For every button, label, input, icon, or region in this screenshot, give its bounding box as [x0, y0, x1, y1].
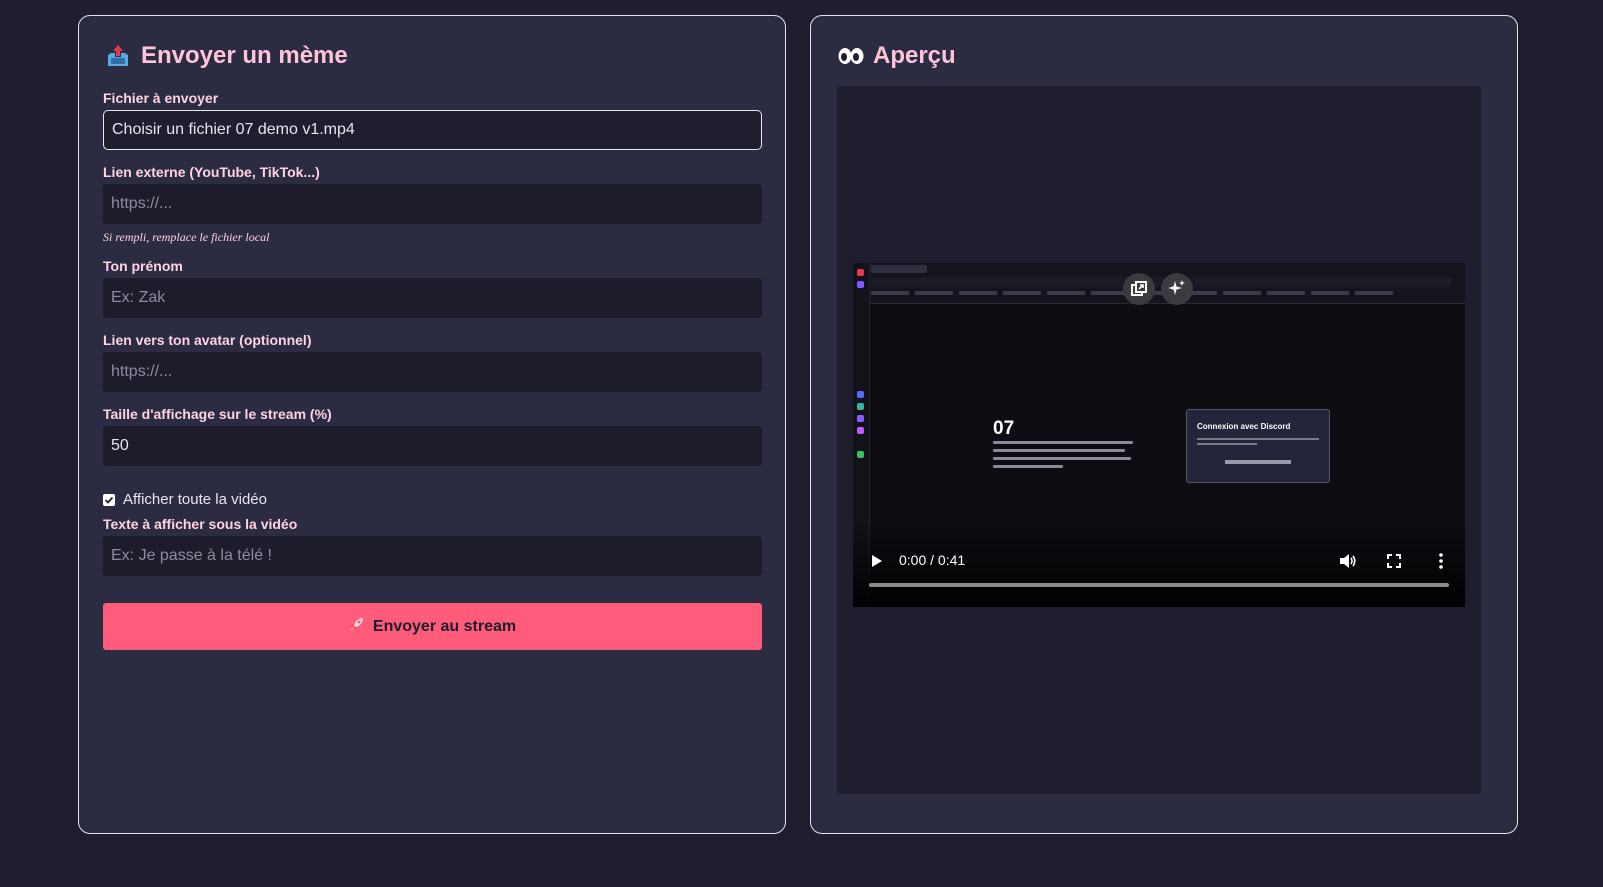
- file-field: Fichier à envoyer Choisir un fichier 07 …: [103, 90, 762, 150]
- file-picker[interactable]: Choisir un fichier 07 demo v1.mp4: [103, 110, 762, 150]
- volume-icon: [1340, 554, 1356, 568]
- video-player[interactable]: 07 Connexion avec Discord 0:00 / 0:41: [853, 263, 1465, 607]
- video-progress-bar[interactable]: [869, 583, 1449, 587]
- external-link-label: Lien externe (YouTube, TikTok...): [103, 164, 320, 180]
- avatar-field: Lien vers ton avatar (optionnel): [103, 332, 762, 392]
- checkmark-icon: [104, 496, 114, 504]
- eyes-icon: [837, 43, 864, 69]
- video-frame-card-button: [1225, 460, 1291, 464]
- size-label: Taille d'affichage sur le stream (%): [103, 406, 332, 422]
- caption-label: Texte à afficher sous la vidéo: [103, 516, 298, 532]
- first-name-label: Ton prénom: [103, 258, 183, 274]
- play-icon: [872, 555, 882, 567]
- send-meme-panel: Envoyer un mème Fichier à envoyer Choisi…: [78, 15, 786, 834]
- video-frame-tab: [871, 265, 927, 273]
- show-full-video-label: Afficher toute la vidéo: [123, 491, 267, 508]
- first-name-field: Ton prénom: [103, 258, 762, 318]
- picture-in-picture-button[interactable]: [1123, 273, 1155, 305]
- fullscreen-icon: [1387, 554, 1401, 568]
- outbox-tray-icon: [105, 43, 131, 69]
- fullscreen-button[interactable]: [1384, 551, 1404, 571]
- video-frame-text-block: [993, 441, 1133, 475]
- sparkle-icon: [1168, 280, 1185, 295]
- caption-input[interactable]: [103, 536, 762, 576]
- external-link-field: Lien externe (YouTube, TikTok...) Si rem…: [103, 164, 762, 245]
- picture-in-picture-icon: [1131, 281, 1147, 296]
- send-to-stream-button[interactable]: Envoyer au stream: [103, 603, 762, 650]
- first-name-input[interactable]: [103, 278, 762, 318]
- rocket-icon: [349, 616, 365, 637]
- ai-sparkle-button[interactable]: [1161, 273, 1193, 305]
- send-meme-title-text: Envoyer un mème: [141, 42, 348, 69]
- show-full-video-row[interactable]: Afficher toute la vidéo: [103, 491, 267, 508]
- play-button[interactable]: [869, 552, 885, 570]
- avatar-input[interactable]: [103, 352, 762, 392]
- file-label: Fichier à envoyer: [103, 90, 219, 106]
- volume-button[interactable]: [1337, 551, 1359, 571]
- external-link-input[interactable]: [103, 184, 762, 224]
- show-full-video-checkbox[interactable]: [103, 493, 115, 506]
- more-options-button[interactable]: [1431, 551, 1451, 571]
- preview-title-text: Aperçu: [873, 42, 956, 69]
- video-frame-login-card: Connexion avec Discord: [1186, 409, 1330, 483]
- kebab-menu-icon: [1439, 553, 1443, 569]
- send-meme-title: Envoyer un mème: [105, 42, 348, 70]
- external-link-hint: Si rempli, remplace le fichier local: [103, 230, 270, 244]
- preview-area: 07 Connexion avec Discord 0:00 / 0:41: [837, 86, 1481, 794]
- preview-panel: Aperçu 07 Connexion avec Discord 0:00 / …: [810, 15, 1518, 834]
- size-input[interactable]: [103, 426, 762, 466]
- caption-field: Texte à afficher sous la vidéo: [103, 516, 762, 576]
- avatar-label: Lien vers ton avatar (optionnel): [103, 332, 312, 348]
- preview-title: Aperçu: [837, 42, 956, 70]
- video-frame-card-title: Connexion avec Discord: [1197, 422, 1291, 431]
- send-to-stream-label: Envoyer au stream: [372, 617, 517, 635]
- video-frame-browser-bar: [853, 263, 1465, 304]
- video-time: 0:00 / 0:41: [899, 552, 966, 568]
- size-field: Taille d'affichage sur le stream (%): [103, 406, 762, 466]
- video-frame-heading: 07: [993, 418, 1015, 439]
